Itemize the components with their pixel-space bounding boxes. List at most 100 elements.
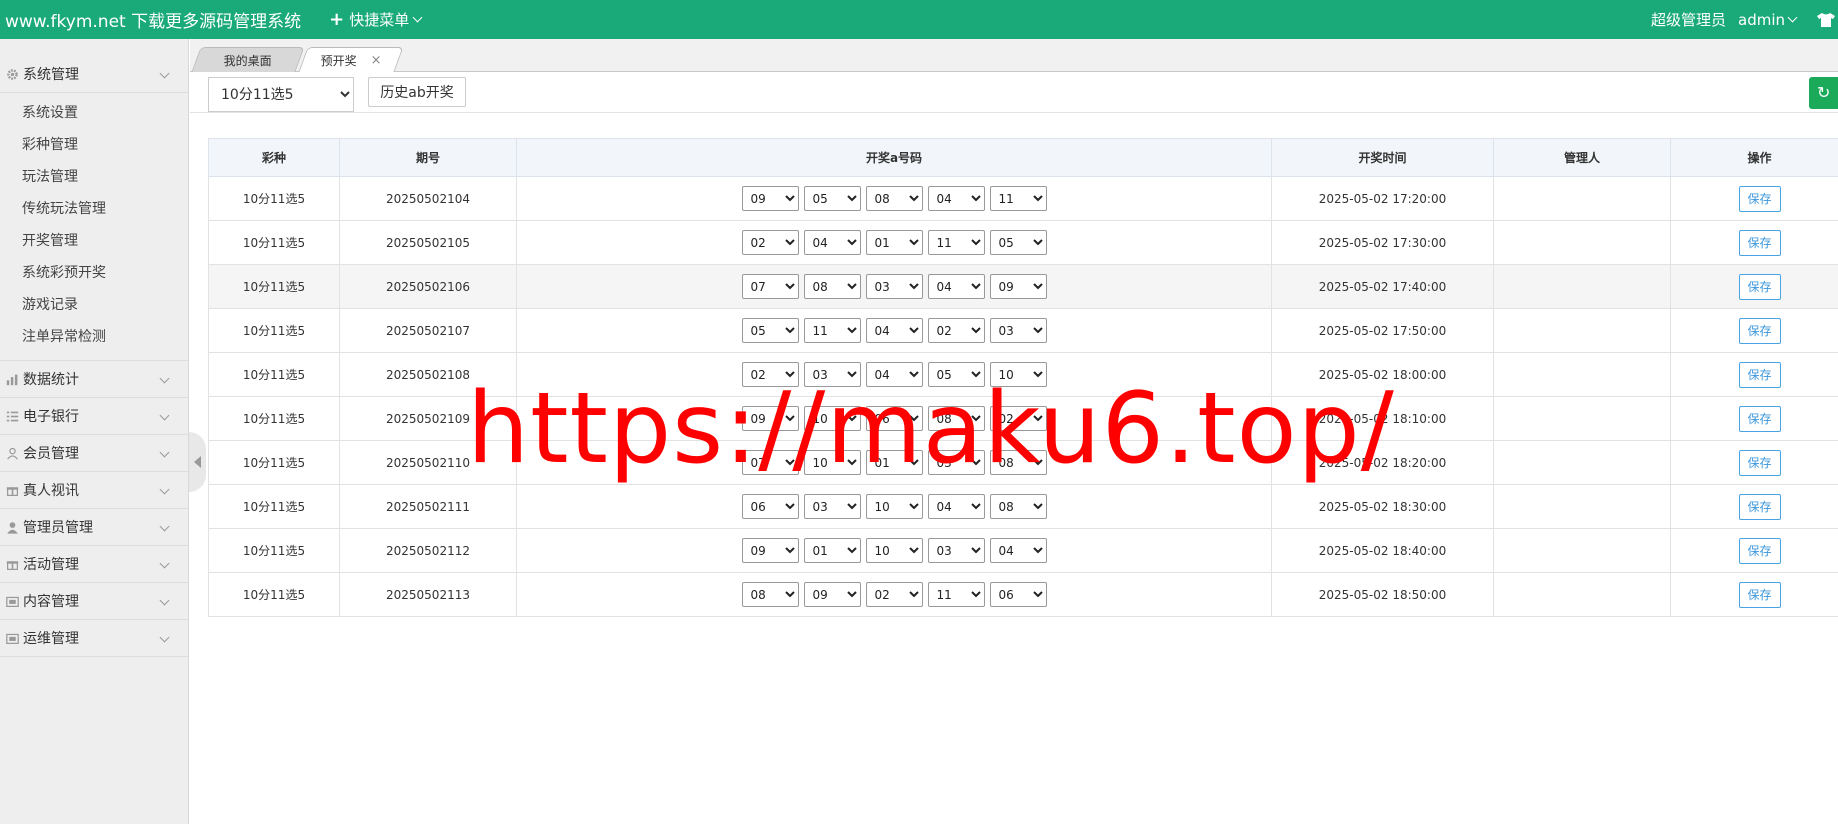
save-button[interactable]: 保存 bbox=[1738, 449, 1781, 476]
number-select[interactable]: 10 bbox=[865, 538, 923, 563]
number-select[interactable]: 09 bbox=[803, 582, 861, 607]
number-select[interactable]: 02 bbox=[989, 406, 1047, 431]
sidebar-group-3[interactable]: 会员管理 bbox=[0, 435, 188, 472]
cell-action: 保存 bbox=[1670, 220, 1838, 265]
number-select[interactable]: 04 bbox=[865, 318, 923, 343]
sidebar-group-label: 真人视讯 bbox=[23, 483, 79, 499]
tab-my-desktop[interactable]: 我的桌面 bbox=[191, 47, 305, 72]
number-select[interactable]: 02 bbox=[741, 230, 799, 255]
cell-time: 2025-05-02 17:40:00 bbox=[1271, 264, 1494, 309]
number-select[interactable]: 11 bbox=[927, 582, 985, 607]
number-select[interactable]: 03 bbox=[927, 538, 985, 563]
number-select[interactable]: 10 bbox=[865, 494, 923, 519]
gallery-icon bbox=[5, 631, 19, 645]
save-button[interactable]: 保存 bbox=[1738, 273, 1781, 300]
save-button[interactable]: 保存 bbox=[1738, 581, 1781, 608]
number-select[interactable]: 04 bbox=[927, 186, 985, 211]
number-select[interactable]: 10 bbox=[989, 362, 1047, 387]
sidebar-group-6[interactable]: 活动管理 bbox=[0, 546, 188, 583]
sidebar-group-4[interactable]: 真人视讯 bbox=[0, 472, 188, 509]
sidebar-item[interactable]: 系统彩预开奖 bbox=[0, 257, 188, 289]
save-button[interactable]: 保存 bbox=[1738, 537, 1781, 564]
number-select[interactable]: 04 bbox=[803, 230, 861, 255]
sidebar-collapse-handle[interactable] bbox=[189, 432, 206, 492]
cell-manager bbox=[1493, 396, 1671, 441]
history-ab-draw-button[interactable]: 历史ab开奖 bbox=[368, 77, 466, 107]
toolbar: 10分11选5 历史ab开奖 ↻ bbox=[190, 73, 1838, 113]
save-button[interactable]: 保存 bbox=[1738, 317, 1781, 344]
user-dropdown[interactable]: admin bbox=[1738, 11, 1798, 29]
number-select[interactable]: 10 bbox=[803, 406, 861, 431]
close-icon[interactable]: × bbox=[370, 53, 381, 68]
number-select[interactable]: 05 bbox=[741, 318, 799, 343]
sidebar-item[interactable]: 玩法管理 bbox=[0, 161, 188, 193]
save-button[interactable]: 保存 bbox=[1738, 361, 1781, 388]
number-select[interactable]: 09 bbox=[989, 274, 1047, 299]
number-select[interactable]: 02 bbox=[927, 318, 985, 343]
number-select[interactable]: 05 bbox=[927, 362, 985, 387]
sidebar-item[interactable]: 传统玩法管理 bbox=[0, 193, 188, 225]
number-select[interactable]: 01 bbox=[865, 450, 923, 475]
sidebar-item[interactable]: 彩种管理 bbox=[0, 129, 188, 161]
number-select[interactable]: 07 bbox=[741, 274, 799, 299]
number-select[interactable]: 03 bbox=[989, 318, 1047, 343]
sidebar-group-7[interactable]: 内容管理 bbox=[0, 583, 188, 620]
number-select[interactable]: 08 bbox=[741, 582, 799, 607]
cell-action: 保存 bbox=[1670, 308, 1838, 353]
sidebar-group-2[interactable]: 电子银行 bbox=[0, 398, 188, 435]
number-select[interactable]: 09 bbox=[741, 186, 799, 211]
number-select[interactable]: 09 bbox=[741, 538, 799, 563]
save-button[interactable]: 保存 bbox=[1738, 229, 1781, 256]
number-select[interactable]: 03 bbox=[927, 450, 985, 475]
number-select[interactable]: 08 bbox=[989, 494, 1047, 519]
number-select[interactable]: 05 bbox=[989, 230, 1047, 255]
sidebar-item[interactable]: 游戏记录 bbox=[0, 289, 188, 321]
cell-manager bbox=[1493, 264, 1671, 309]
skin-icon[interactable] bbox=[1816, 12, 1836, 28]
number-select[interactable]: 01 bbox=[803, 538, 861, 563]
brand-title[interactable]: www.fkym.net 下载更多源码管理系统 bbox=[0, 7, 301, 32]
quick-menu-dropdown[interactable]: + 快捷菜单 bbox=[329, 9, 423, 30]
number-select[interactable]: 08 bbox=[865, 186, 923, 211]
number-select[interactable]: 06 bbox=[865, 406, 923, 431]
tab-pre-draw[interactable]: 预开奖 × bbox=[298, 47, 404, 72]
number-select[interactable]: 03 bbox=[865, 274, 923, 299]
sidebar-group-5[interactable]: 管理员管理 bbox=[0, 509, 188, 546]
number-select[interactable]: 03 bbox=[803, 494, 861, 519]
number-select[interactable]: 11 bbox=[927, 230, 985, 255]
lottery-select[interactable]: 10分11选5 bbox=[208, 77, 354, 112]
number-select[interactable]: 01 bbox=[865, 230, 923, 255]
number-select[interactable]: 06 bbox=[741, 494, 799, 519]
sidebar-group-8[interactable]: 运维管理 bbox=[0, 620, 188, 657]
number-select[interactable]: 03 bbox=[803, 362, 861, 387]
sidebar-group-1[interactable]: 数据统计 bbox=[0, 361, 188, 398]
sidebar-item[interactable]: 开奖管理 bbox=[0, 225, 188, 257]
chevron-down-icon bbox=[159, 595, 170, 606]
number-select[interactable]: 10 bbox=[803, 450, 861, 475]
number-select[interactable]: 04 bbox=[989, 538, 1047, 563]
refresh-button[interactable]: ↻ bbox=[1809, 77, 1838, 109]
save-button[interactable]: 保存 bbox=[1738, 405, 1781, 432]
number-select[interactable]: 06 bbox=[989, 582, 1047, 607]
save-button[interactable]: 保存 bbox=[1738, 493, 1781, 520]
sidebar-item[interactable]: 注单异常检测 bbox=[0, 321, 188, 353]
chevron-down-icon bbox=[412, 12, 423, 23]
sidebar-item[interactable]: 系统设置 bbox=[0, 97, 188, 129]
person-icon bbox=[5, 520, 19, 534]
number-select[interactable]: 07 bbox=[741, 450, 799, 475]
number-select[interactable]: 08 bbox=[803, 274, 861, 299]
number-select[interactable]: 04 bbox=[927, 494, 985, 519]
number-select[interactable]: 04 bbox=[865, 362, 923, 387]
number-select[interactable]: 08 bbox=[927, 406, 985, 431]
save-button[interactable]: 保存 bbox=[1738, 185, 1781, 212]
number-select[interactable]: 08 bbox=[989, 450, 1047, 475]
number-select[interactable]: 05 bbox=[803, 186, 861, 211]
number-select[interactable]: 04 bbox=[927, 274, 985, 299]
number-select[interactable]: 11 bbox=[989, 186, 1047, 211]
number-select[interactable]: 02 bbox=[865, 582, 923, 607]
number-select[interactable]: 02 bbox=[741, 362, 799, 387]
table-row: 10分11选5 20250502111 06 03 10 04 08 2025-05-0… bbox=[208, 484, 1838, 529]
number-select[interactable]: 11 bbox=[803, 318, 861, 343]
number-select[interactable]: 09 bbox=[741, 406, 799, 431]
sidebar-group-0[interactable]: 系统管理 bbox=[0, 56, 188, 93]
